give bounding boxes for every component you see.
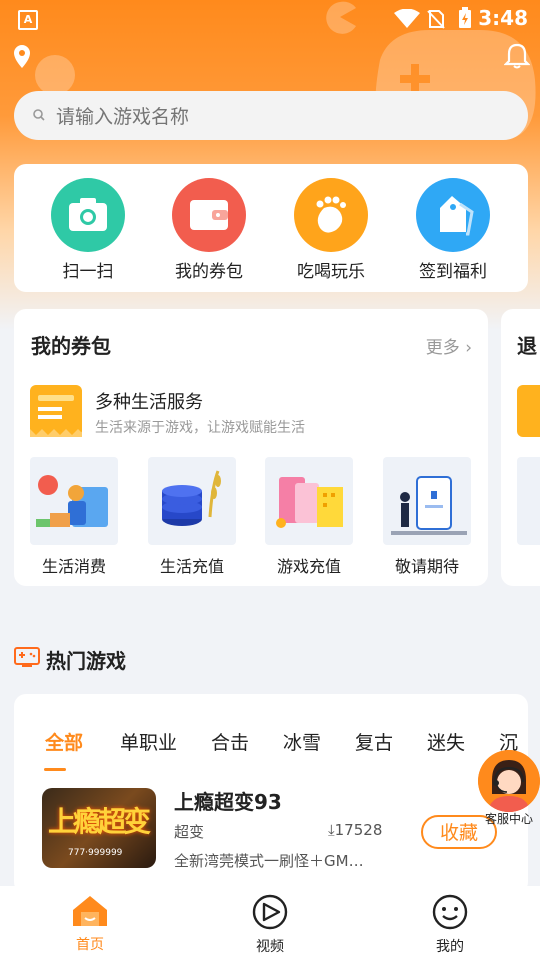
tile-life-spending[interactable]: 生活消费 bbox=[30, 457, 118, 577]
ticket-icon bbox=[30, 385, 82, 437]
play-icon bbox=[252, 894, 288, 930]
wallet-more-link[interactable]: 更多 › bbox=[426, 333, 472, 358]
game-description: 全新湾莞模式一刷怪＋GM… bbox=[174, 852, 364, 870]
tile-life-recharge[interactable]: 生活充值 bbox=[148, 457, 236, 577]
status-bar: A 3:48 bbox=[0, 0, 540, 36]
camera-icon bbox=[51, 178, 125, 252]
location-pin-icon[interactable] bbox=[12, 44, 32, 70]
game-tag: 超变 bbox=[174, 823, 205, 841]
quick-action-fun[interactable]: 吃喝玩乐 bbox=[281, 178, 381, 282]
ticket-icon bbox=[517, 385, 540, 437]
search-bar[interactable] bbox=[14, 91, 528, 142]
tile-image-partial bbox=[517, 457, 540, 545]
hot-games-title: 热门游戏 bbox=[46, 649, 126, 673]
nav-home[interactable]: 首页 bbox=[40, 894, 140, 954]
game-name[interactable]: 上瘾超变93 bbox=[174, 786, 282, 815]
search-input[interactable] bbox=[54, 91, 498, 142]
cover-title: 上瘾超变 bbox=[48, 805, 151, 838]
nav-label: 首页 bbox=[76, 937, 104, 953]
more-label: 更多 bbox=[425, 338, 460, 358]
notification-bell-icon[interactable] bbox=[504, 42, 530, 70]
next-card-title: 退 bbox=[517, 334, 537, 358]
tile-label: 敬请期待 bbox=[394, 557, 459, 576]
chevron-right-icon: › bbox=[459, 338, 472, 358]
nav-label: 视频 bbox=[256, 939, 284, 955]
tile-label: 生活充值 bbox=[159, 557, 224, 576]
tile-coming-soon[interactable]: 敬请期待 bbox=[383, 457, 471, 577]
wallet-title: 我的券包 bbox=[31, 334, 111, 358]
nav-mine[interactable]: 我的 bbox=[400, 894, 500, 956]
home-icon bbox=[73, 896, 107, 926]
tab-retro[interactable]: 复古 bbox=[355, 728, 393, 755]
quick-actions-card: 扫一扫 我的券包 吃喝玩乐 签到福利 bbox=[14, 164, 528, 292]
download-count: 17528 bbox=[334, 821, 383, 839]
life-spending-illustration-icon bbox=[30, 457, 118, 545]
tag-icon bbox=[416, 178, 490, 252]
quick-action-label: 吃喝玩乐 bbox=[297, 262, 365, 282]
next-wallet-card-peek[interactable]: 退 bbox=[501, 309, 540, 586]
cover-subtitle: 777·999999 bbox=[68, 848, 123, 858]
game-downloads: ⤓17528 bbox=[328, 821, 382, 839]
wifi-icon bbox=[394, 9, 420, 28]
quick-action-scan[interactable]: 扫一扫 bbox=[38, 178, 138, 282]
service-title: 多种生活服务 bbox=[95, 392, 203, 413]
coming-soon-illustration-icon bbox=[383, 457, 471, 545]
customer-service-button[interactable]: 客服中心 bbox=[478, 750, 540, 827]
wallet-icon bbox=[172, 178, 246, 252]
service-subtitle: 生活来源于游戏，让游戏赋能生活 bbox=[95, 420, 305, 436]
tile-label: 生活消费 bbox=[41, 557, 106, 576]
wallet-card: 我的券包 更多 › 多种生活服务 生活来源于游戏，让游戏赋能生活 生活消费 生活… bbox=[14, 309, 488, 586]
tile-game-recharge[interactable]: 游戏充值 bbox=[265, 457, 353, 577]
game-recharge-illustration-icon bbox=[265, 457, 353, 545]
tab-all[interactable]: 全部 bbox=[45, 728, 83, 755]
no-sim-icon bbox=[427, 10, 445, 29]
nav-label: 我的 bbox=[436, 939, 464, 955]
hot-games-card: 全部 单职业 合击 冰雪 复古 迷失 沉 上瘾超变 777·999999 上瘾超… bbox=[14, 694, 528, 894]
quick-action-checkin[interactable]: 签到福利 bbox=[403, 178, 503, 282]
tile-label: 游戏充值 bbox=[276, 557, 341, 576]
bottom-navigation: 首页 视频 我的 bbox=[0, 886, 540, 960]
quick-action-label: 签到福利 bbox=[419, 262, 487, 282]
tab-combo[interactable]: 合击 bbox=[211, 728, 249, 755]
active-tab-indicator bbox=[44, 768, 66, 771]
coin-stack-illustration-icon bbox=[148, 457, 236, 545]
game-category-tabs: 全部 单职业 合击 冰雪 复古 迷失 沉 bbox=[14, 728, 528, 768]
game-cover-image[interactable]: 上瘾超变 777·999999 bbox=[42, 788, 156, 868]
quick-action-label: 扫一扫 bbox=[62, 262, 114, 282]
tab-single-class[interactable]: 单职业 bbox=[120, 728, 177, 755]
status-time: 3:48 bbox=[478, 6, 528, 30]
quick-action-label: 我的券包 bbox=[175, 262, 243, 282]
customer-service-label: 客服中心 bbox=[484, 812, 533, 826]
nav-video[interactable]: 视频 bbox=[220, 894, 320, 956]
battery-charging-icon bbox=[459, 7, 471, 28]
tab-ice[interactable]: 冰雪 bbox=[283, 728, 321, 755]
app-notification-icon: A bbox=[18, 10, 38, 30]
smile-icon bbox=[432, 894, 468, 930]
tab-lost[interactable]: 迷失 bbox=[427, 728, 465, 755]
customer-service-avatar-icon bbox=[478, 750, 540, 812]
game-console-icon bbox=[14, 647, 40, 667]
quick-action-wallet[interactable]: 我的券包 bbox=[159, 178, 259, 282]
download-icon: ⤓ bbox=[328, 821, 335, 839]
search-icon bbox=[33, 109, 45, 121]
footprint-icon bbox=[294, 178, 368, 252]
